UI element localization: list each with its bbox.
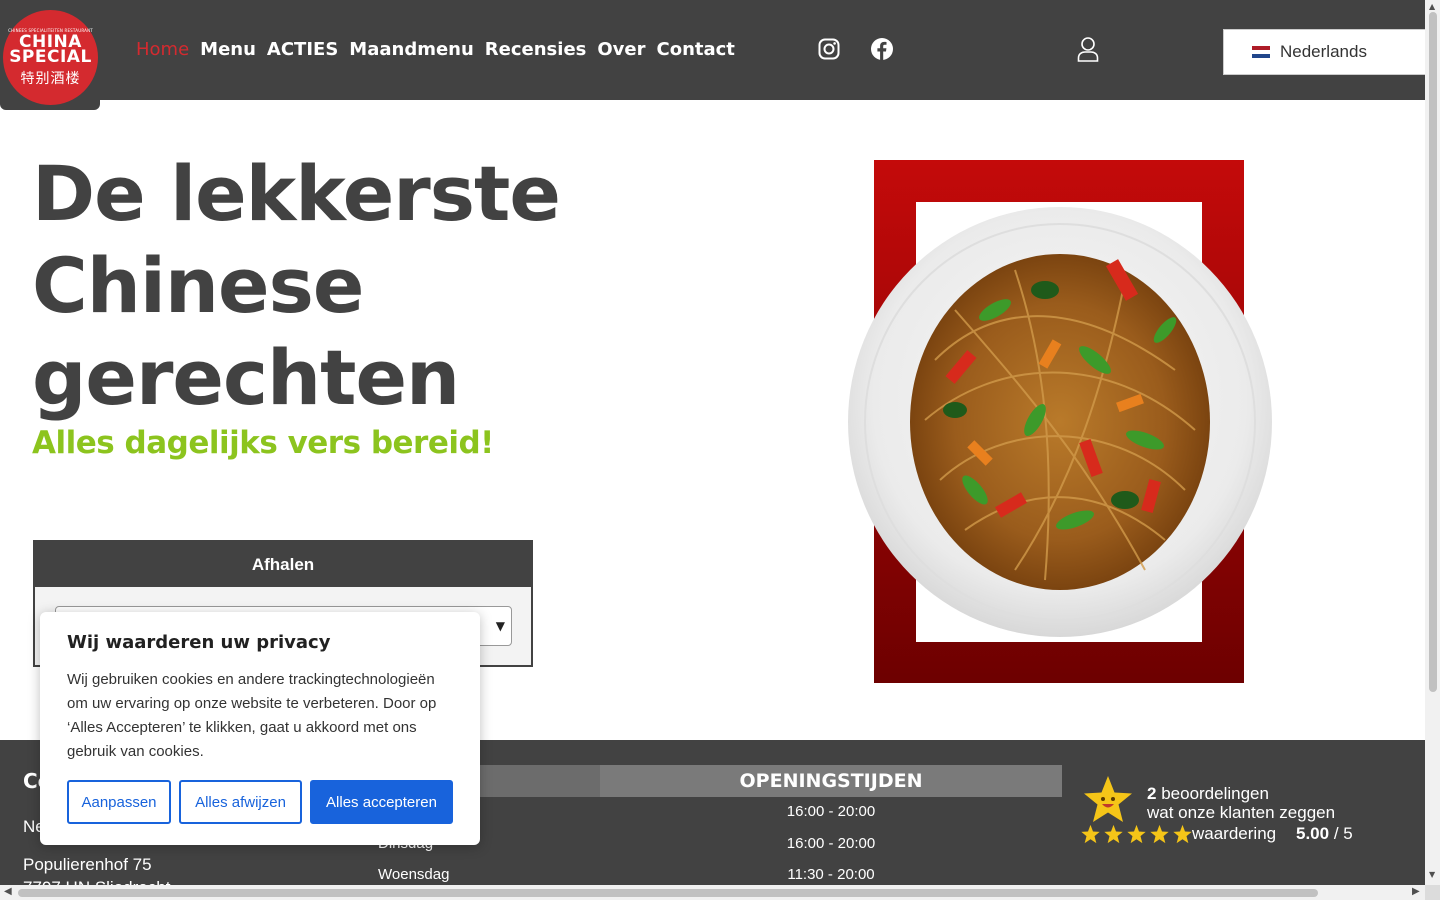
hero-title: De lekkerste Chinese gerechten	[32, 149, 561, 422]
cookie-text: Wij gebruiken cookies en andere tracking…	[67, 671, 437, 760]
opening-hours-title: OPENINGSTIJDEN	[739, 770, 923, 792]
star-icon	[1150, 824, 1169, 844]
star-icon	[1104, 824, 1123, 844]
footer-address-street: Populierenhof 75	[23, 855, 152, 874]
vertical-scrollbar[interactable]: ▲ ▼	[1425, 0, 1440, 885]
page: Home Menu ACTIES Maandmenu Recensies Ove…	[0, 0, 1440, 900]
nav-home[interactable]: Home	[136, 36, 189, 64]
noodles-plate-image	[848, 160, 1272, 683]
rating-value: 5.00 / 5	[1296, 824, 1353, 843]
cookie-consent-dialog: Wij waarderen uw privacy Wij gebruiken c…	[40, 612, 480, 845]
hours-row: 16:00 - 20:00	[786, 803, 876, 820]
scroll-left-icon[interactable]: ◀	[4, 886, 12, 897]
rating-word: waardering	[1192, 824, 1277, 843]
rating-count: 2 beoordelingen	[1147, 784, 1269, 803]
smiling-star-icon	[1084, 776, 1132, 822]
facebook-icon[interactable]	[870, 37, 894, 61]
afhalen-title: Afhalen	[35, 542, 531, 587]
main-nav: Home Menu ACTIES Maandmenu Recensies Ove…	[136, 36, 746, 64]
language-label: Nederlands	[1280, 42, 1367, 61]
site-header: Home Menu ACTIES Maandmenu Recensies Ove…	[0, 0, 1433, 100]
star-icon	[1127, 824, 1146, 844]
dutch-flag-icon	[1252, 46, 1270, 58]
cookie-accept-button[interactable]: Alles accepteren	[310, 780, 453, 824]
scroll-up-icon[interactable]: ▲	[1429, 2, 1435, 11]
chevron-down-icon: ▼	[495, 619, 505, 633]
cookie-reject-button[interactable]: Alles afwijzen	[179, 780, 302, 824]
rating-stars	[1080, 824, 1195, 844]
cookie-customize-button[interactable]: Aanpassen	[67, 780, 171, 824]
star-icon	[1081, 824, 1100, 844]
nav-over[interactable]: Over	[597, 36, 645, 64]
nav-maandmenu[interactable]: Maandmenu	[349, 36, 474, 64]
nav-menu[interactable]: Menu	[200, 36, 256, 64]
logo-container[interactable]: CHINEES SPECIALITEITEN RESTAURANT CHINA S…	[0, 0, 100, 110]
nav-acties[interactable]: ACTIES	[267, 36, 338, 64]
nav-recensies[interactable]: Recensies	[485, 36, 587, 64]
china-special-logo[interactable]: CHINEES SPECIALITEITEN RESTAURANT CHINA S…	[3, 10, 98, 105]
scroll-down-icon[interactable]: ▼	[1429, 870, 1435, 879]
opening-hours-header: OPENINGSTIJDEN	[378, 765, 1062, 797]
nav-contact[interactable]: Contact	[657, 36, 735, 64]
hero-subtitle: Alles dagelijks vers bereid!	[32, 425, 494, 461]
user-icon[interactable]	[1076, 36, 1100, 62]
cookie-title: Wij waarderen uw privacy	[67, 632, 331, 653]
star-icon	[1173, 824, 1192, 844]
scroll-right-icon[interactable]: ▶	[1412, 886, 1420, 897]
hours-row: Dinsdag 16:00 - 20:00	[378, 835, 876, 852]
horizontal-scroll-thumb[interactable]	[18, 889, 1318, 897]
rating-subtitle: wat onze klanten zeggen	[1147, 803, 1336, 822]
horizontal-scrollbar[interactable]: ◀ ▶	[0, 885, 1425, 900]
language-selector[interactable]: Nederlands	[1223, 29, 1433, 75]
vertical-scroll-thumb[interactable]	[1429, 12, 1437, 692]
scrollbar-corner	[1425, 885, 1440, 900]
instagram-icon[interactable]	[817, 37, 841, 61]
